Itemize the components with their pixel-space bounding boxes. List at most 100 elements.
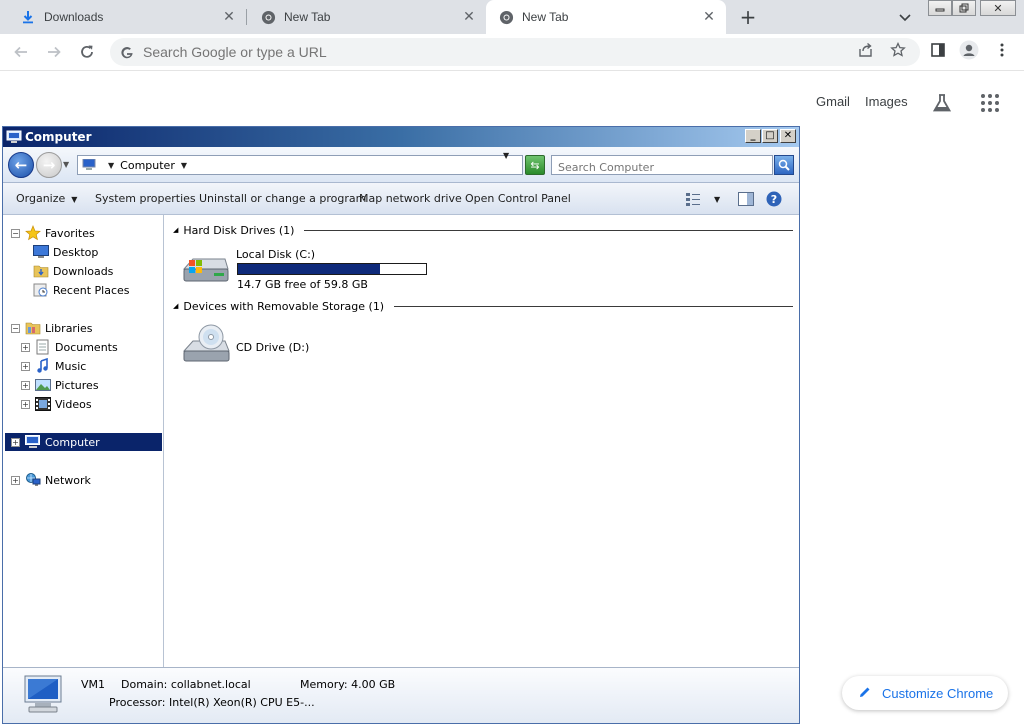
tab-downloads[interactable]: Downloads ✕ [0,0,246,34]
refresh-icon[interactable]: ⇆ [525,155,545,175]
preview-pane-icon[interactable] [737,190,755,208]
disk-usage-bar [237,263,427,275]
breadcrumb-caret-icon[interactable]: ▼ [181,161,187,170]
hard-drive-icon [181,255,231,289]
expand-icon[interactable]: + [11,437,20,447]
tab-close-button[interactable]: ✕ [460,8,478,26]
omnibox-input[interactable] [143,44,823,60]
tab-close-button[interactable]: ✕ [700,8,718,26]
collapse-icon[interactable]: − [11,323,20,333]
tree-pictures[interactable]: + Pictures [21,376,99,394]
breadcrumb-computer[interactable]: Computer [120,159,175,172]
expand-icon[interactable]: + [21,380,30,390]
collapse-icon[interactable]: − [11,228,20,238]
tab-close-button[interactable]: ✕ [220,8,238,26]
restore-button[interactable] [952,0,976,16]
recent-places-icon [33,282,49,298]
view-options-icon[interactable] [685,190,703,208]
google-apps-grid-icon[interactable] [980,93,1000,113]
group-label: Hard Disk Drives (1) [183,223,295,237]
labs-flask-icon[interactable] [931,92,953,114]
drive-local-disk-c[interactable]: Local Disk (C:) 14.7 GB free of 59.8 GB [181,245,441,291]
cd-drive-icon [181,323,233,369]
explorer-close-button[interactable]: ✕ [780,129,796,143]
history-dropdown-icon[interactable]: ▼ [63,160,69,169]
uninstall-program-button[interactable]: Uninstall or change a program [199,192,366,205]
forward-button[interactable] [43,41,65,63]
tree-recent-places[interactable]: Recent Places [33,281,130,299]
explorer-maximize-button[interactable]: □ [762,129,778,143]
side-panel-icon[interactable] [928,40,948,60]
system-properties-button[interactable]: System properties [95,192,196,205]
content-pane: ◢ Hard Disk Drives (1) Local Disk (C:) 1… [165,215,799,667]
tree-documents[interactable]: + Documents [21,338,118,356]
tree-label: Desktop [53,245,99,259]
reload-button[interactable] [76,41,98,63]
drive-free-space: 14.7 GB free of 59.8 GB [237,278,368,291]
group-collapse-icon[interactable]: ◢ [173,226,178,234]
group-label: Devices with Removable Storage (1) [183,299,385,313]
address-breadcrumb[interactable]: ▼ Computer ▼ [77,155,523,175]
documents-icon [35,339,51,355]
drive-cd-d[interactable]: CD Drive (D:) [181,321,381,369]
tab-search-chevron-icon[interactable] [896,8,914,26]
search-icon[interactable] [774,155,794,175]
organize-menu[interactable]: Organize ▼ [16,192,77,205]
new-tab-button[interactable]: + [736,5,760,29]
close-window-button[interactable]: ✕ [980,0,1016,16]
gmail-link[interactable]: Gmail [816,94,850,109]
minimize-button[interactable] [928,0,952,16]
group-divider [394,305,793,307]
breadcrumb-caret-icon[interactable]: ▼ [108,161,114,170]
group-header-hard-disk-drives[interactable]: ◢ Hard Disk Drives (1) [165,222,793,238]
tree-libraries[interactable]: − Libraries [11,319,93,337]
chrome-icon [498,9,514,25]
tree-videos[interactable]: + Videos [21,395,92,413]
expand-icon[interactable]: + [11,475,20,485]
tree-network[interactable]: + Network [11,471,91,489]
star-icon [25,225,41,241]
tab-new-tab-2[interactable]: New Tab ✕ [486,0,726,34]
expand-icon[interactable]: + [21,342,30,352]
group-collapse-icon[interactable]: ◢ [173,302,178,310]
help-icon[interactable]: ? [765,190,783,208]
tree-music[interactable]: + Music [21,357,86,375]
profile-avatar-icon[interactable] [959,40,979,60]
explorer-minimize-button[interactable]: _ [745,129,761,143]
expand-icon[interactable]: + [21,399,30,409]
drive-name: Local Disk (C:) [236,248,316,261]
address-dropdown-icon[interactable]: ▼ [503,151,509,160]
explorer-search-input[interactable] [552,158,772,177]
explorer-search-box[interactable] [551,155,773,177]
computer-icon [19,674,69,720]
tree-favorites[interactable]: − Favorites [11,224,95,242]
tree-desktop[interactable]: Desktop [33,243,98,261]
tree-downloads[interactable]: Downloads [33,262,113,280]
omnibox[interactable] [110,38,920,66]
open-control-panel-button[interactable]: Open Control Panel [465,192,571,205]
images-link[interactable]: Images [865,94,908,109]
back-button[interactable] [10,41,32,63]
explorer-forward-button[interactable]: → [36,152,62,178]
explorer-title-bar[interactable]: Computer [3,127,799,147]
map-network-drive-button[interactable]: Map network drive [359,192,462,205]
tree-computer[interactable]: + Computer [5,433,162,451]
downloads-folder-icon [33,263,49,279]
disk-usage-fill [238,264,380,274]
computer-name: VM1 [81,678,106,691]
tab-title: New Tab [522,10,569,24]
chrome-menu-icon[interactable] [992,40,1012,60]
bookmark-star-icon[interactable] [888,40,908,60]
share-icon[interactable] [856,40,876,60]
explorer-command-bar: Organize ▼ System properties Uninstall or… [3,183,799,215]
chrome-icon [260,9,276,25]
group-header-removable-storage[interactable]: ◢ Devices with Removable Storage (1) [165,298,793,314]
computer-icon [25,434,41,450]
tree-label: Recent Places [53,283,130,297]
customize-chrome-button[interactable]: Customize Chrome [842,676,1008,710]
explorer-back-button[interactable]: ← [8,152,34,178]
expand-icon[interactable]: + [21,361,30,371]
tree-label: Network [45,473,91,487]
view-dropdown-icon[interactable]: ▼ [714,192,720,205]
tab-new-tab-1[interactable]: New Tab ✕ [240,0,486,34]
